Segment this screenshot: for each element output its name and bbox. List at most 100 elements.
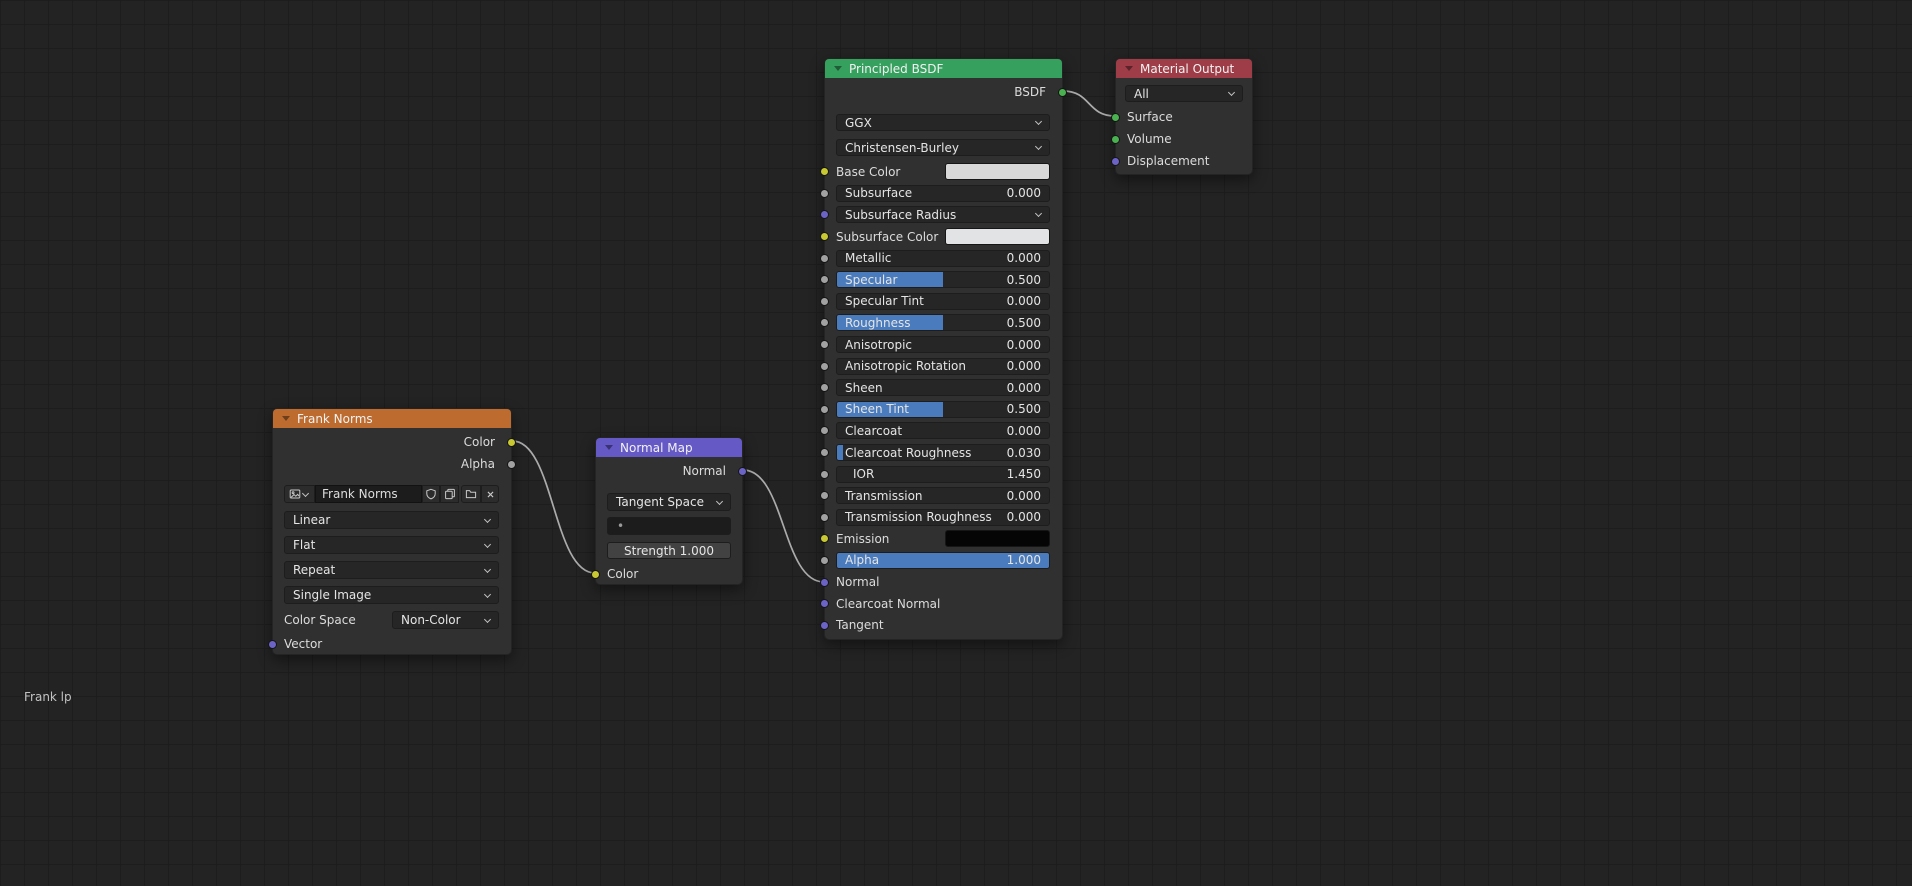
input-label-volume: Volume	[1127, 132, 1172, 146]
image-texture-node[interactable]: Frank Norms Color Alpha Frank Norms Line…	[268, 408, 516, 655]
source-dropdown[interactable]: Single Image	[284, 586, 499, 604]
node-title: Normal Map	[620, 440, 693, 455]
input-socket-clearcoat-roughness[interactable]	[820, 448, 829, 458]
input-row-displacement: Displacement	[1111, 150, 1252, 172]
chevron-down-icon	[1227, 88, 1236, 97]
collapse-icon[interactable]	[1125, 66, 1133, 71]
clearcoat-roughness-slider[interactable]: Clearcoat Roughness 0.030	[836, 444, 1050, 462]
projection-dropdown[interactable]: Flat	[284, 536, 499, 554]
unlink-image-button[interactable]	[481, 485, 499, 503]
input-socket-displacement[interactable]	[1111, 156, 1120, 166]
color-space-value: Non-Color	[401, 613, 461, 627]
input-socket-specular[interactable]	[820, 275, 829, 285]
input-socket-clearcoat[interactable]	[820, 426, 829, 436]
principled-bsdf-node-header[interactable]: Principled BSDF	[825, 59, 1062, 78]
output-socket-normal[interactable]	[738, 466, 747, 476]
specular-slider[interactable]: Specular 0.500	[836, 271, 1050, 289]
link-normalmap-to-principled-normal[interactable]	[742, 469, 825, 583]
input-socket-anisotropic[interactable]	[820, 340, 829, 350]
color-space-dropdown[interactable]: Non-Color	[392, 611, 499, 629]
property-label: Subsurface Color	[836, 229, 939, 244]
alpha-slider[interactable]: Alpha 1.000	[836, 551, 1050, 569]
property-row-anisotropic: Anisotropic 0.000	[820, 334, 1062, 356]
image-texture-node-header[interactable]: Frank Norms	[273, 409, 511, 428]
normal-map-node[interactable]: Normal Map Normal Tangent Space • Streng…	[591, 437, 747, 585]
input-socket-specular-tint[interactable]	[820, 296, 829, 306]
chevron-down-icon	[301, 489, 310, 497]
input-socket-metallic[interactable]	[820, 253, 829, 263]
principled-bsdf-node[interactable]: Principled BSDF BSDF GGX Christensen-Bur…	[820, 58, 1067, 640]
input-socket-transmission-roughness[interactable]	[820, 512, 829, 522]
editor-info-label: Frank lp	[24, 690, 72, 704]
input-socket-vector[interactable]	[268, 639, 277, 649]
subsurface-method-dropdown[interactable]: Christensen-Burley	[836, 139, 1050, 156]
anisotropic-slider[interactable]: Anisotropic 0.000	[836, 336, 1050, 354]
collapse-icon[interactable]	[282, 416, 290, 421]
input-socket-subsurface-radius[interactable]	[820, 210, 829, 220]
ior-slider[interactable]: IOR 1.450	[836, 465, 1050, 483]
normal-map-node-header[interactable]: Normal Map	[596, 438, 742, 457]
anisotropic-rotation-slider[interactable]: Anisotropic Rotation 0.000	[836, 357, 1050, 375]
roughness-slider[interactable]: Roughness 0.500	[836, 314, 1050, 332]
image-browse-button[interactable]	[284, 485, 315, 503]
base-color-swatch[interactable]	[945, 163, 1050, 181]
subsurface-radius-dropdown[interactable]: Subsurface Radius	[836, 206, 1050, 224]
material-output-node[interactable]: Material Output All Surface Volume Displ…	[1111, 58, 1253, 175]
color-space-label: Color Space	[284, 613, 356, 627]
output-socket-color[interactable]	[507, 437, 516, 447]
input-socket-sheen-tint[interactable]	[820, 404, 829, 414]
open-image-button[interactable]	[461, 485, 481, 503]
input-socket-anisotropic-rotation[interactable]	[820, 361, 829, 371]
property-row-ior: IOR 1.450	[820, 463, 1062, 485]
input-socket-subsurface[interactable]	[820, 188, 829, 198]
collapse-icon[interactable]	[834, 66, 842, 71]
output-row-color: Color	[273, 431, 516, 453]
input-socket-tangent[interactable]	[820, 620, 829, 630]
input-socket-alpha[interactable]	[820, 555, 829, 565]
image-name-field[interactable]: Frank Norms	[315, 485, 422, 503]
input-socket-color[interactable]	[591, 569, 600, 579]
extension-dropdown[interactable]: Repeat	[284, 561, 499, 579]
input-socket-surface[interactable]	[1111, 112, 1120, 122]
distribution-dropdown[interactable]: GGX	[836, 114, 1050, 131]
transmission-slider[interactable]: Transmission 0.000	[836, 487, 1050, 505]
folder-icon	[465, 490, 477, 499]
output-socket-alpha[interactable]	[507, 459, 516, 469]
uv-map-field[interactable]: •	[607, 517, 731, 535]
property-row-roughness: Roughness 0.500	[820, 312, 1062, 334]
space-value: Tangent Space	[616, 495, 704, 509]
input-socket-transmission[interactable]	[820, 491, 829, 501]
output-socket-bsdf[interactable]	[1058, 87, 1067, 97]
close-icon	[487, 491, 493, 497]
property-row-clearcoat-roughness: Clearcoat Roughness 0.030	[820, 442, 1062, 464]
duplicate-icon	[444, 488, 455, 500]
specular-tint-slider[interactable]: Specular Tint 0.000	[836, 292, 1050, 310]
space-dropdown[interactable]: Tangent Space	[607, 493, 731, 511]
node-title: Material Output	[1140, 61, 1235, 76]
metallic-slider[interactable]: Metallic 0.000	[836, 249, 1050, 267]
link-imagecolor-to-normalmap[interactable]	[512, 440, 596, 574]
clearcoat-slider[interactable]: Clearcoat 0.000	[836, 422, 1050, 440]
strength-field[interactable]: Strength 1.000	[607, 542, 731, 559]
target-dropdown[interactable]: All	[1125, 85, 1243, 102]
distribution-value: GGX	[845, 115, 872, 130]
sheen-tint-slider[interactable]: Sheen Tint 0.500	[836, 400, 1050, 418]
material-output-node-header[interactable]: Material Output	[1116, 59, 1252, 78]
input-socket-normal[interactable]	[820, 577, 829, 587]
input-socket-volume[interactable]	[1111, 134, 1120, 144]
link-bsdf-to-surface[interactable]	[1062, 90, 1116, 117]
sheen-slider[interactable]: Sheen 0.000	[836, 379, 1050, 397]
chevron-down-icon	[1034, 142, 1043, 151]
input-socket-sheen[interactable]	[820, 383, 829, 393]
emission-color-swatch[interactable]	[945, 530, 1050, 548]
subsurface-color-swatch[interactable]	[945, 228, 1050, 246]
collapse-icon[interactable]	[605, 445, 613, 450]
input-socket-ior[interactable]	[820, 469, 829, 479]
transmission-roughness-slider[interactable]: Transmission Roughness 0.000	[836, 508, 1050, 526]
fake-user-button[interactable]	[422, 485, 440, 503]
input-socket-subsurface-color[interactable]	[820, 232, 829, 242]
interpolation-dropdown[interactable]: Linear	[284, 511, 499, 529]
new-image-button[interactable]	[440, 485, 459, 503]
input-socket-roughness[interactable]	[820, 318, 829, 328]
subsurface-slider[interactable]: Subsurface 0.000	[836, 184, 1050, 202]
